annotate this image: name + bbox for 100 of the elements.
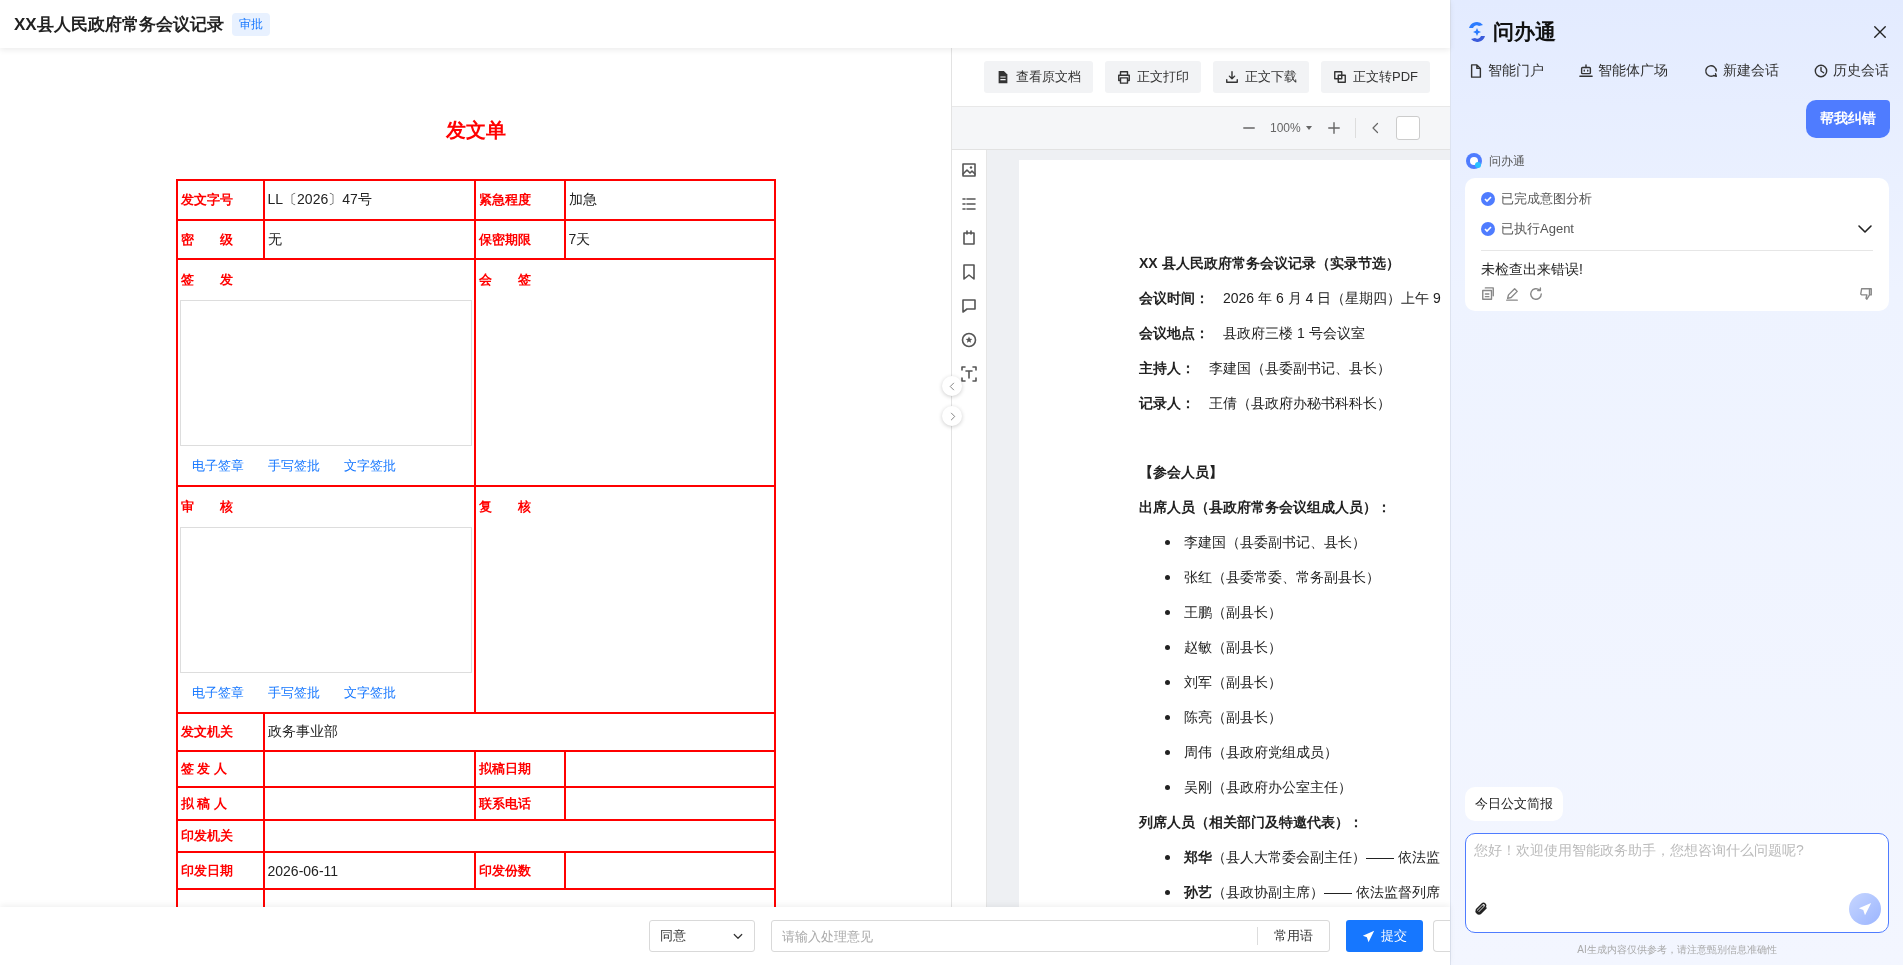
copy-icon [1333,70,1347,84]
bullet-icon [1165,715,1170,720]
field-label: 联系电话 [478,794,531,813]
opinion-field[interactable]: 请输入处理意见 常用语 [771,920,1330,952]
bullet-icon [1165,610,1170,615]
clock-icon [1814,64,1828,78]
table-cell: 7天 [565,221,776,260]
table-cell: 政务事业部 [264,714,776,752]
send-icon [1362,929,1375,943]
bullet-icon [1165,680,1170,685]
list-heading: 出席人员（县政府常务会议组成人员）： [1139,497,1392,517]
send-icon [1858,902,1872,916]
field-label: 签 发 人 [180,760,227,778]
bullet-icon [1165,785,1170,790]
toolbar-button[interactable]: 正文转PDF [1321,61,1430,93]
decision-select[interactable]: 同意 [649,920,755,952]
thumbs-down-icon[interactable] [1859,287,1873,301]
field-label: 拟 稿 人 [180,794,227,813]
section-heading: 【参会人员】 [1139,462,1224,482]
field-label: 紧急程度 [478,191,531,209]
brand-name: 问办通 [1493,19,1556,45]
document-title: XX 县人民政府常务会议记录（实录节选） [1139,253,1401,273]
page-title: XX县人民政府常务会议记录 [14,13,224,36]
nav-tab[interactable]: 新建会话 [1703,58,1779,84]
toolbar-button[interactable]: 正文打印 [1105,61,1201,93]
attendee-text: 王鹏（副县长） [1184,603,1282,622]
bot-avatar-icon [1465,152,1483,170]
printer-icon [1117,70,1131,84]
sign-link[interactable]: 文字签批 [343,683,396,702]
meta-label: 主持人： [1139,359,1195,378]
list-icon[interactable] [961,196,977,212]
status-badge: 审批 [231,12,270,36]
meta-value: 李建国（县委副书记、县长） [1209,359,1391,378]
attendee-text: 吴刚（县政府办公室主任） [1184,778,1352,797]
chevron-left-icon [947,381,957,391]
download-icon [1225,70,1239,84]
meta-label: 记录人： [1139,394,1195,413]
field-label: 密 级 [180,230,233,249]
sign-link[interactable]: 手写签批 [267,683,320,702]
field-label: 发文机关 [180,723,233,741]
text-select-icon[interactable] [961,366,977,382]
sign-link[interactable]: 手写签批 [267,456,320,475]
meta-label: 会议地点： [1139,324,1209,343]
nav-tab[interactable]: 智能体广场 [1579,58,1669,84]
zoom-select[interactable]: 100% [1270,121,1313,135]
bullet-icon [1165,575,1170,580]
attendee-text: 刘军（副县长） [1184,673,1282,692]
attendee-text: 孙艺（县政协副主席）—— 依法监督列席 [1184,883,1440,902]
bullet-icon [1165,750,1170,755]
attendee-text: 郑华（县人大常委会副主任）—— 依法监 [1184,848,1440,867]
quick-prompt[interactable]: 今日公文简报 [1465,787,1563,821]
copy-icon[interactable] [1481,287,1495,301]
edit-icon[interactable] [1505,287,1519,301]
field-label: 审 核 [180,498,233,516]
meta-label: 会议时间： [1139,289,1209,308]
list-heading: 列席人员（相关部门及特邀代表）： [1139,812,1364,832]
field-label: 印发份数 [478,861,531,880]
step-text: 已完成意图分析 [1501,190,1592,208]
nav-tab[interactable]: 历史会话 [1814,58,1889,84]
submit-button[interactable]: 提交 [1346,920,1423,952]
field-label: 拟稿日期 [478,760,531,778]
bullet-icon [1165,855,1170,860]
sign-link[interactable]: 电子签章 [191,683,244,702]
field-label: 印发机关 [180,827,233,845]
attendee-text: 赵敏（副县长） [1184,638,1282,657]
attendee-text: 李建国（县委副书记、县长） [1184,533,1366,552]
attendee-text: 陈亮（副县长） [1184,708,1282,727]
meta-value: 县政府三楼 1 号会议室 [1223,324,1365,343]
close-icon[interactable] [1873,25,1887,39]
page-number-field[interactable] [1395,116,1420,140]
table-cell: 无 [264,221,476,260]
sign-link[interactable]: 文字签批 [343,456,396,475]
caret-icon [1304,124,1313,132]
field-label: 保密期限 [478,230,531,249]
paperclip-icon[interactable] [1473,901,1489,917]
nav-tab[interactable]: 智能门户 [1469,58,1544,84]
attendee-text: 周伟（县政府党组成员） [1184,743,1338,762]
form-title: 发文单 [444,118,507,143]
refresh-icon[interactable] [1529,287,1543,301]
field-label: 会 签 [478,271,531,289]
sign-link[interactable]: 电子签章 [191,456,244,475]
table-cell: 2026-06-11 [264,853,476,890]
image-icon[interactable] [961,162,977,178]
bullet-icon [1165,540,1170,545]
chat-input-field[interactable]: 您好！欢迎使用智能政务助手，您想咨询什么问题呢? [1465,833,1889,933]
user-message: 帮我纠错 [1806,100,1890,138]
phrases-button[interactable]: 常用语 [1257,927,1329,945]
field-label: 发文字号 [180,191,233,209]
toolbar-button[interactable]: 正文下载 [1213,61,1309,93]
toolbar-button[interactable]: 查看原文档 [984,61,1093,93]
bookmark-icon[interactable] [961,264,977,280]
plus-icon[interactable] [1326,121,1341,135]
attendee-text: 张红（县委常委、常务副县长） [1184,568,1380,587]
comment-icon[interactable] [961,298,977,314]
field-label: 印发日期 [180,861,233,880]
answer-text: 未检查出来错误! [1481,261,1584,279]
bot-name: 问办通 [1489,152,1525,170]
document-icon [996,70,1010,84]
step-text: 已执行Agent [1501,220,1574,238]
table-cell: 加急 [565,181,776,221]
